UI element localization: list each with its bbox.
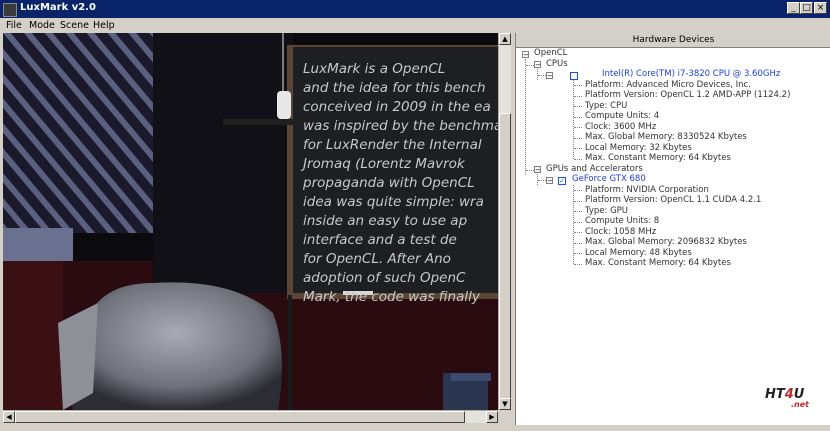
- scroll-left-button[interactable]: ◀: [3, 411, 15, 423]
- gpu-property: Platform Version: OpenCL 1.1 CUDA 4.2.1: [585, 195, 762, 205]
- cpu-property: Type: CPU: [585, 100, 628, 111]
- tree-device-cpu[interactable]: Intel(R) Core(TM) i7-3820 CPU @ 3.60GHz: [602, 69, 780, 80]
- gpu-property: Compute Units: 8: [585, 216, 660, 226]
- menu-scene[interactable]: Scene: [60, 20, 89, 31]
- tree-group-cpus[interactable]: CPUs: [546, 59, 568, 70]
- maximize-button[interactable]: □: [800, 2, 813, 14]
- scroll-right-button[interactable]: ▶: [486, 411, 498, 423]
- window-title: LuxMark v2.0: [20, 2, 96, 13]
- hardware-devices-panel: Hardware Devices − OpenCL − CPUs − Intel…: [515, 33, 830, 425]
- svg-text:for OpenCL. After Ano: for OpenCL. After Ano: [303, 251, 451, 267]
- expand-toggle-icon[interactable]: −: [534, 166, 541, 174]
- panel-header: Hardware Devices: [516, 33, 830, 48]
- tree-device-gpu[interactable]: GeForce GTX 680: [572, 174, 646, 185]
- menu-help[interactable]: Help: [93, 20, 115, 31]
- gpu-property: Max. Constant Memory: 64 Kbytes: [585, 258, 731, 268]
- svg-text:idea was quite simple: wra: idea was quite simple: wra: [303, 194, 484, 210]
- horizontal-scroll-thumb[interactable]: [15, 411, 465, 423]
- svg-text:conceived in 2009 in the ea: conceived in 2009 in the ea: [303, 99, 491, 115]
- cpu-property: Max. Constant Memory: 64 Kbytes: [585, 153, 731, 163]
- expand-toggle-icon[interactable]: −: [546, 177, 553, 185]
- cpu-property: Platform Version: OpenCL 1.2 AMD-APP (11…: [585, 90, 791, 100]
- app-icon: [3, 3, 17, 17]
- menu-mode[interactable]: Mode: [29, 20, 55, 31]
- gpu-property: Platform: NVIDIA Corporation: [585, 184, 709, 195]
- svg-text:adoption of such OpenC: adoption of such OpenC: [303, 270, 466, 286]
- expand-toggle-icon[interactable]: −: [534, 61, 541, 69]
- tree-group-gpus[interactable]: GPUs and Accelerators: [546, 164, 643, 175]
- gpu-property: Type: GPU: [585, 205, 629, 216]
- gpu-property: Local Memory: 48 Kbytes: [585, 247, 692, 258]
- vertical-scrollbar[interactable]: ▲ ▼: [498, 33, 511, 410]
- horizontal-scrollbar[interactable]: ◀ ▶: [3, 410, 498, 423]
- close-button[interactable]: ×: [814, 2, 827, 14]
- render-image: LuxMark is a OpenCL and the idea for thi…: [3, 33, 498, 410]
- cpu-property: Clock: 3600 MHz: [585, 121, 657, 132]
- vertical-scroll-thumb[interactable]: [499, 113, 511, 400]
- svg-text:inside an easy to use ap: inside an easy to use ap: [303, 213, 467, 229]
- cpu-property: Max. Global Memory: 8330524 Kbytes: [585, 132, 747, 142]
- svg-text:Jromaq (Lorentz Mavrok: Jromaq (Lorentz Mavrok: [300, 156, 466, 172]
- svg-text:and the idea for this bench: and the idea for this bench: [303, 80, 486, 96]
- svg-text:propaganda with OpenCL: propaganda with OpenCL: [302, 175, 475, 191]
- cpu-property: Local Memory: 32 Kbytes: [585, 142, 692, 153]
- gpu-property: Clock: 1058 MHz: [585, 226, 657, 237]
- cpu-property: Platform: Advanced Micro Devices, Inc.: [585, 79, 751, 90]
- title-bar[interactable]: LuxMark v2.0 _ □ ×: [0, 0, 830, 18]
- scroll-down-button[interactable]: ▼: [499, 398, 511, 410]
- menu-file[interactable]: File: [6, 20, 22, 31]
- scroll-up-button[interactable]: ▲: [499, 33, 511, 45]
- expand-toggle-icon[interactable]: −: [546, 72, 553, 80]
- expand-toggle-icon[interactable]: −: [522, 51, 529, 59]
- svg-text:interface and a test de: interface and a test de: [303, 232, 457, 248]
- svg-text:for LuxRender the Internal: for LuxRender the Internal: [303, 137, 482, 153]
- tree-root-opencl[interactable]: OpenCL: [534, 48, 567, 59]
- cpu-device-checkbox[interactable]: [570, 71, 578, 80]
- minimize-button[interactable]: _: [787, 2, 800, 14]
- gpu-device-checkbox[interactable]: ✓: [558, 176, 566, 185]
- cpu-property: Compute Units: 4: [585, 111, 660, 121]
- svg-text:was inspired by the benchma: was inspired by the benchma: [303, 118, 498, 134]
- render-view[interactable]: LuxMark is a OpenCL and the idea for thi…: [3, 33, 498, 410]
- ht4u-logo: HT4U .net: [765, 387, 809, 409]
- svg-text:LuxMark is a OpenCL: LuxMark is a OpenCL: [303, 61, 445, 77]
- svg-text:Mark, the code was finally: Mark, the code was finally: [303, 289, 481, 305]
- gpu-property: Max. Global Memory: 2096832 Kbytes: [585, 237, 747, 247]
- menu-bar: File Mode Scene Help: [0, 18, 830, 33]
